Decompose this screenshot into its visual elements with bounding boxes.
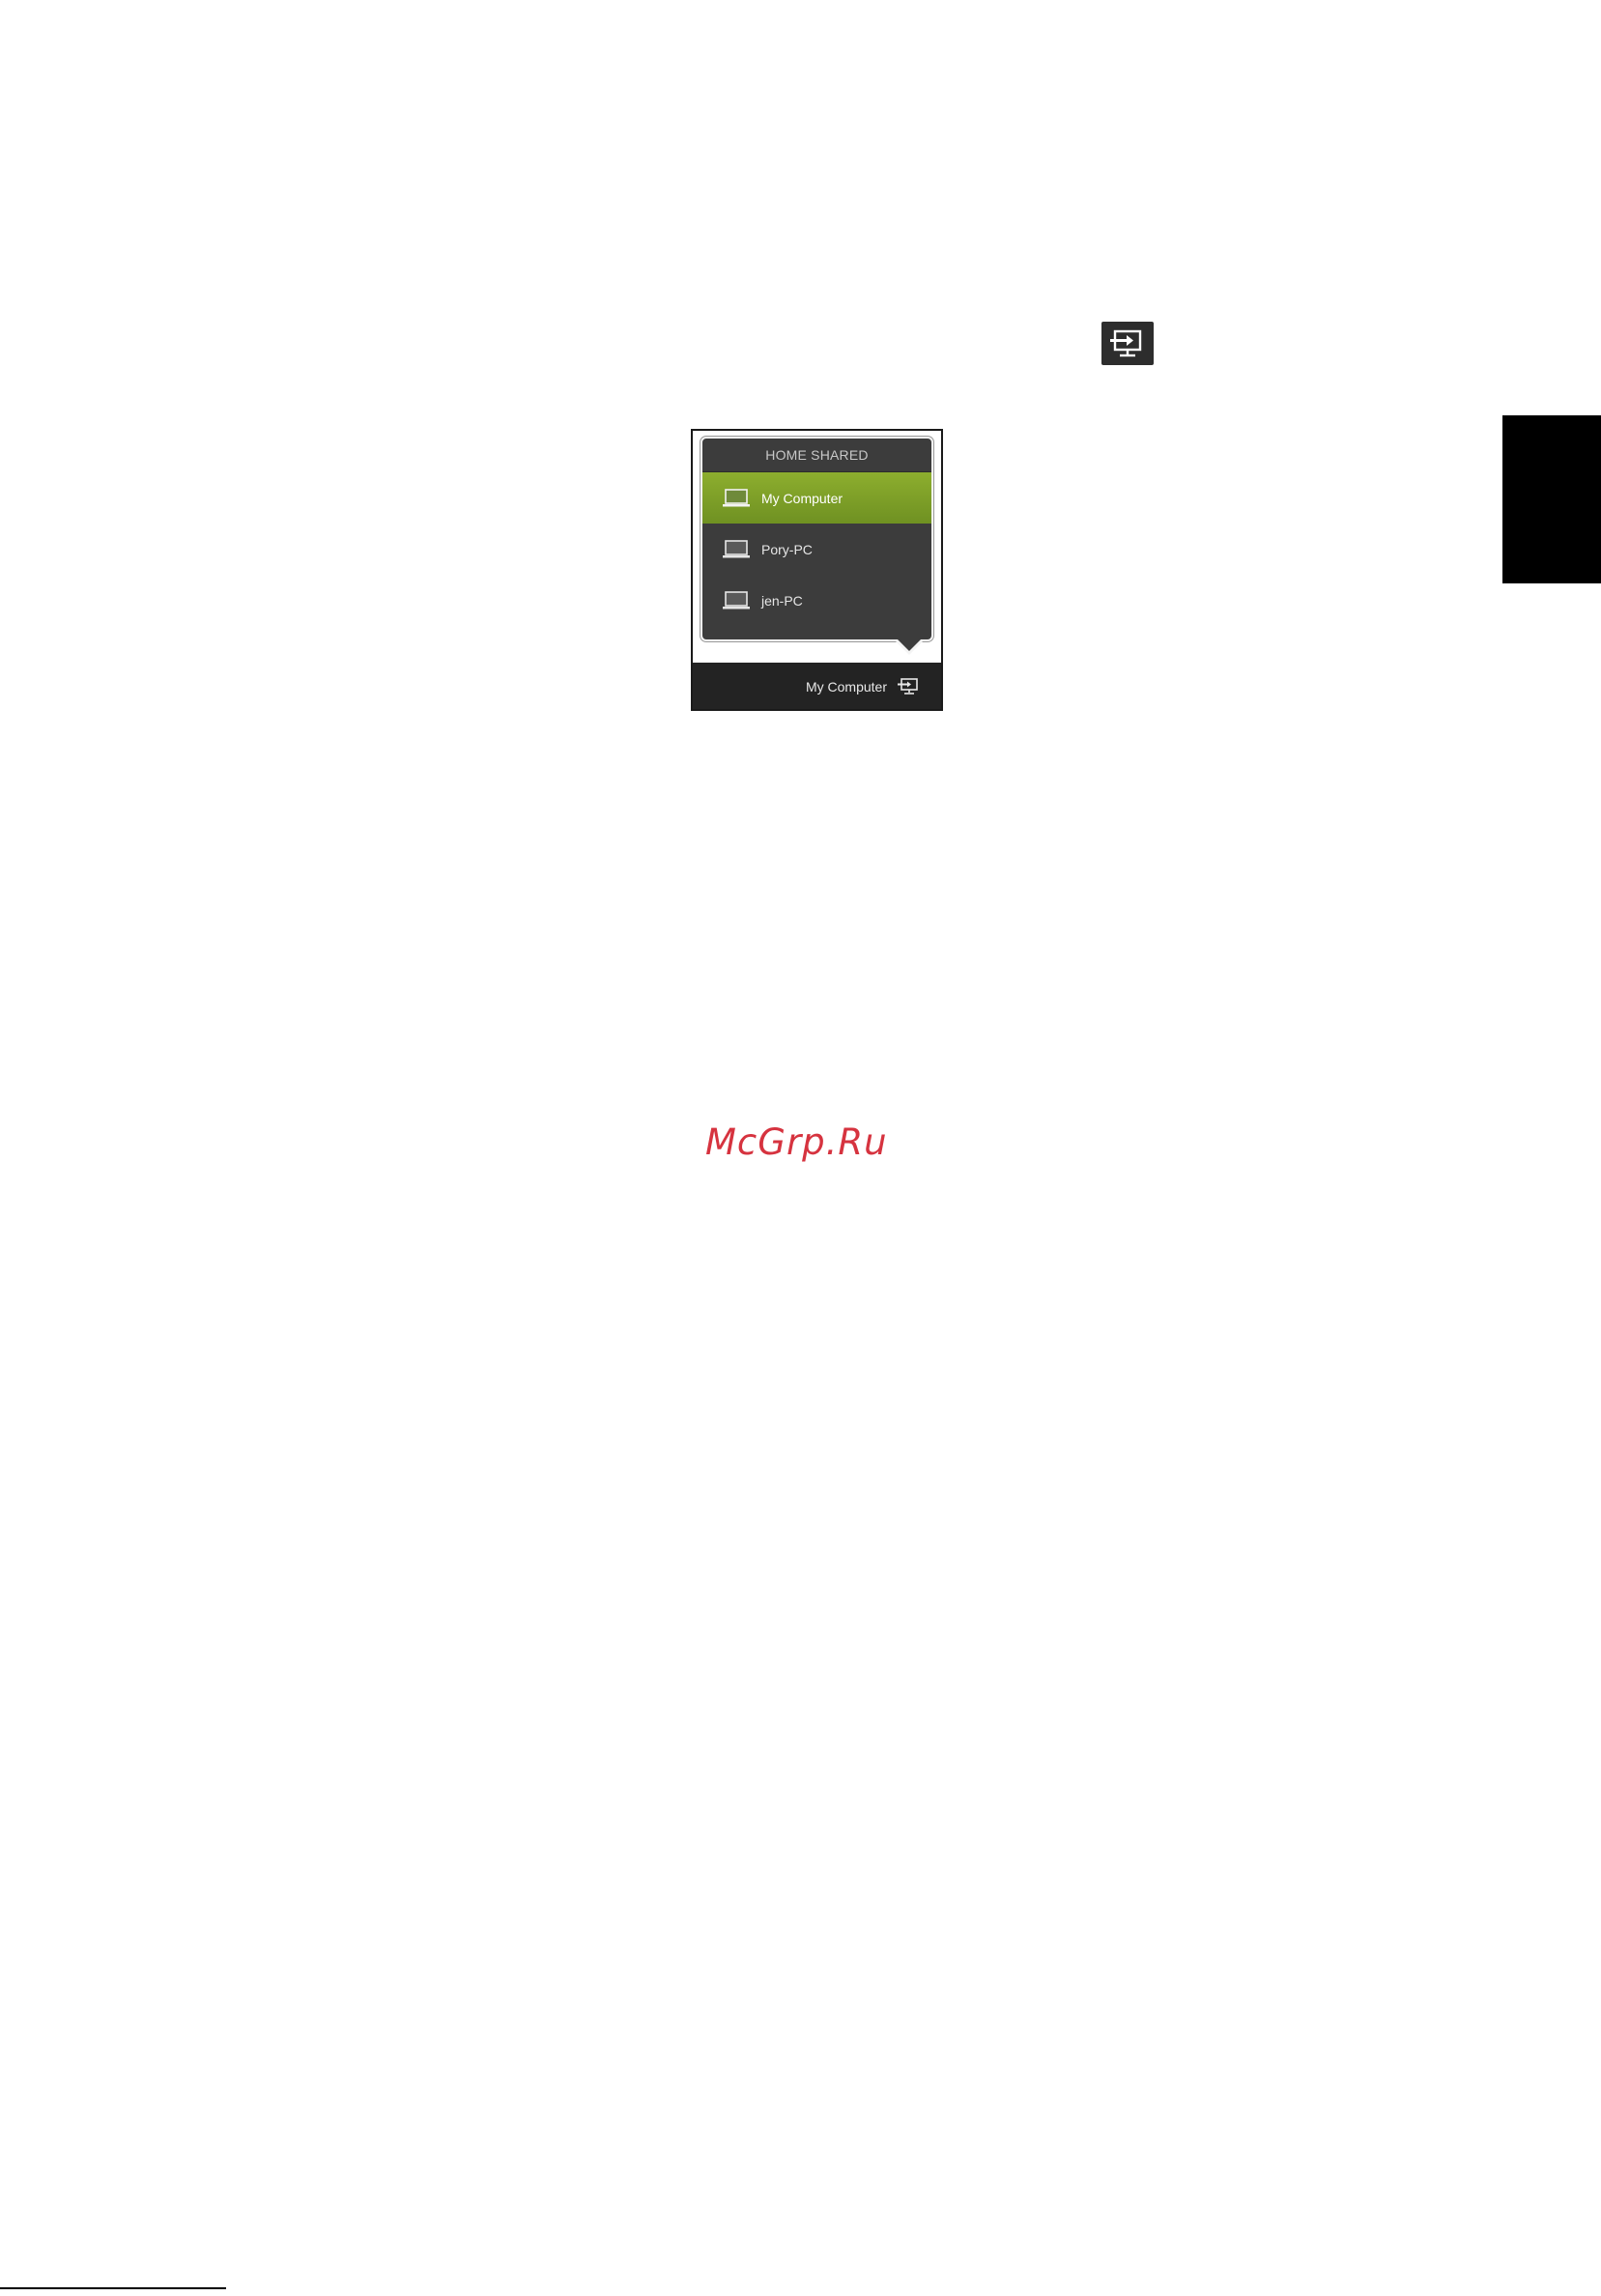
laptop-icon [723, 488, 750, 506]
laptop-icon [723, 590, 750, 609]
device-label: Pory-PC [761, 541, 813, 557]
device-picker-screenshot: HOME SHARED My Computer Pory-PC jen-PC M… [691, 429, 943, 711]
device-label: jen-PC [761, 592, 803, 609]
device-list: My Computer Pory-PC jen-PC [702, 472, 931, 626]
popup-header: HOME SHARED [702, 439, 931, 472]
device-label: My Computer [761, 490, 843, 506]
home-shared-popup: HOME SHARED My Computer Pory-PC jen-PC [700, 437, 933, 655]
laptop-icon [723, 539, 750, 557]
footer-rule [0, 2287, 226, 2289]
device-item-jen-pc[interactable]: jen-PC [702, 575, 931, 626]
play-to-icon [1101, 322, 1154, 365]
play-to-bar[interactable]: My Computer [693, 663, 941, 709]
watermark: McGrp.Ru [705, 1121, 888, 1163]
device-item-pory-pc[interactable]: Pory-PC [702, 524, 931, 575]
chapter-tab [1502, 415, 1601, 583]
play-to-icon[interactable] [897, 677, 920, 696]
device-item-my-computer[interactable]: My Computer [702, 472, 931, 524]
current-device-label: My Computer [805, 679, 887, 694]
